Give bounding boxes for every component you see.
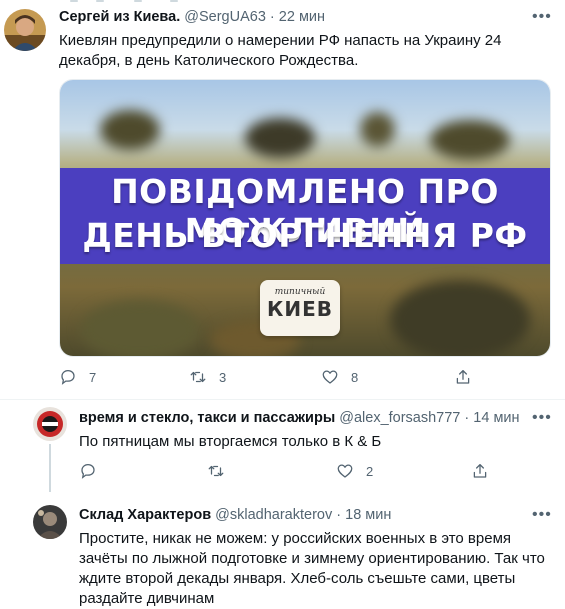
more-icon[interactable]: •••	[532, 410, 552, 426]
tweet-header: время и стекло, такси и пассажиры @alex_…	[79, 409, 520, 427]
tweet-text: Простите, никак не можем: у российских в…	[79, 530, 545, 607]
handle[interactable]: @skladharakterov	[215, 507, 332, 523]
avatar[interactable]	[4, 9, 46, 51]
logo-small-text: типичный	[274, 287, 326, 297]
display-name[interactable]: время и стекло, такси и пассажиры	[79, 410, 335, 426]
share-icon	[456, 369, 470, 384]
separator-dot: ·	[336, 507, 342, 523]
share-button[interactable]	[471, 461, 489, 481]
more-icon[interactable]: •••	[532, 507, 552, 523]
tweet[interactable]: Склад Характеров @skladharakterov · 18 м…	[0, 492, 565, 607]
thread-line	[49, 444, 51, 492]
tweet-header: Сергей из Киева. @SergUA63 · 22 мин	[59, 8, 325, 26]
display-name[interactable]: Склад Характеров	[79, 507, 211, 523]
timestamp[interactable]: 22 мин	[279, 9, 325, 25]
retweet-count: 3	[219, 369, 227, 385]
reply-icon	[81, 463, 95, 479]
avatar[interactable]	[33, 505, 67, 539]
share-icon	[473, 463, 487, 478]
handle[interactable]: @SergUA63	[184, 9, 266, 25]
timestamp[interactable]: 14 мин	[473, 410, 519, 426]
reply-button[interactable]: 7	[59, 367, 96, 387]
more-icon[interactable]: •••	[532, 9, 552, 25]
reply-button[interactable]	[79, 461, 97, 481]
separator-dot: ·	[269, 9, 275, 25]
reply-icon	[61, 369, 75, 385]
retweet-icon	[208, 465, 224, 477]
publisher-logo: типичный КИЕВ	[260, 280, 340, 336]
avatar[interactable]	[33, 407, 67, 441]
tweet-text: По пятницам мы вторгаемся только в К & Б	[79, 433, 382, 450]
heart-icon	[322, 370, 338, 384]
tweet[interactable]: Сергей из Киева. @SergUA63 · 22 мин ••• …	[0, 0, 565, 400]
handle[interactable]: @alex_forsash777	[339, 410, 460, 426]
like-button[interactable]: 2	[336, 461, 373, 481]
heart-icon	[337, 464, 353, 478]
reply-count: 7	[89, 369, 97, 385]
timestamp[interactable]: 18 мин	[345, 507, 391, 523]
like-count: 2	[366, 463, 374, 479]
like-button[interactable]: 8	[321, 367, 358, 387]
display-name[interactable]: Сергей из Киева.	[59, 9, 180, 25]
tweet-header: Склад Характеров @skladharakterov · 18 м…	[79, 506, 391, 524]
headline-line-2: ДЕНЬ ВТОРГНЕННЯ РФ	[82, 216, 528, 255]
tweet-text: Киевлян предупредили о намерении РФ напа…	[59, 32, 502, 69]
tweet-actions: 7 3 8	[59, 367, 549, 387]
retweet-icon	[190, 371, 206, 383]
logo-big-text: КИЕВ	[267, 297, 333, 321]
tweet-actions: 2	[79, 461, 549, 481]
like-count: 8	[351, 369, 359, 385]
separator-dot: ·	[464, 410, 470, 426]
tweet[interactable]: время и стекло, такси и пассажиры @alex_…	[0, 400, 565, 492]
share-button[interactable]	[454, 367, 472, 387]
retweet-button[interactable]: 3	[189, 367, 226, 387]
tweet-media-image[interactable]: ПОВІДОМЛЕНО ПРО МОЖЛИВИЙ ДЕНЬ ВТОРГНЕННЯ…	[59, 79, 551, 357]
retweet-button[interactable]	[207, 461, 225, 481]
